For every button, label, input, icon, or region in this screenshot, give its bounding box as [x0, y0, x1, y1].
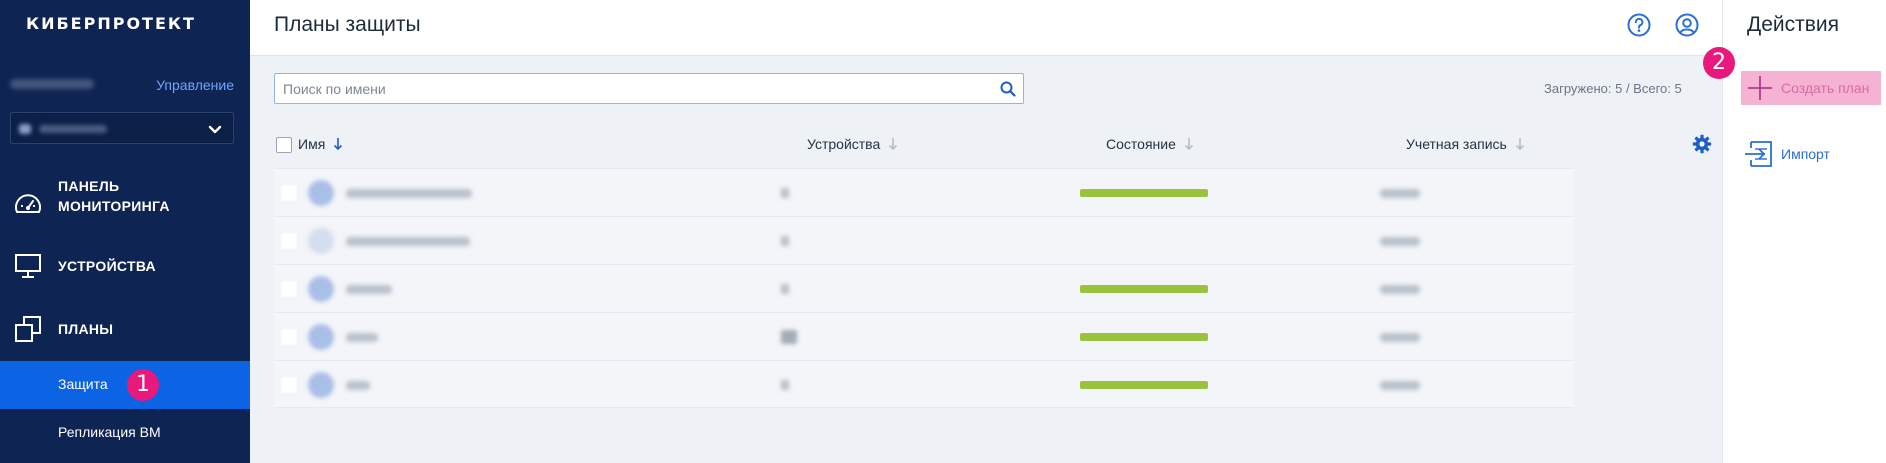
page-title: Планы защиты — [274, 13, 421, 36]
column-status[interactable]: Состояние — [1106, 136, 1194, 152]
plan-name-blurred — [346, 237, 470, 246]
loaded-count: Загружено: 5 / Всего: 5 — [1544, 81, 1682, 96]
manage-link[interactable]: Управление — [156, 77, 234, 93]
table-row[interactable] — [274, 168, 1574, 216]
table-header: Имя Устройства Состояние Учетная запись — [274, 122, 1722, 168]
table-row[interactable] — [274, 264, 1574, 312]
import-button[interactable]: Импорт — [1741, 137, 1881, 171]
tenant-icon — [19, 124, 31, 134]
plan-icon — [308, 180, 334, 206]
sort-arrow-icon — [889, 138, 898, 151]
column-name[interactable]: Имя — [298, 136, 343, 152]
nav-protection-label: Защита — [58, 376, 108, 392]
table-row[interactable] — [274, 360, 1574, 408]
nav-devices[interactable]: УСТРОЙСТВА — [0, 250, 250, 282]
column-account[interactable]: Учетная запись — [1406, 136, 1525, 152]
gear-icon[interactable] — [1692, 134, 1712, 154]
step-badge-2: 2 — [1703, 47, 1735, 79]
help-icon[interactable] — [1626, 12, 1652, 38]
column-status-label: Состояние — [1106, 136, 1176, 152]
account-icon[interactable] — [1674, 12, 1700, 38]
status-bar — [1080, 189, 1208, 197]
row-checkbox[interactable] — [280, 232, 298, 250]
status-bar — [1080, 333, 1208, 341]
table-row[interactable] — [274, 216, 1574, 264]
nav-vm-replication[interactable]: Репликация ВМ — [0, 409, 250, 457]
column-devices[interactable]: Устройства — [807, 136, 898, 152]
sort-arrow-icon — [1515, 138, 1524, 151]
tenant-selector[interactable] — [10, 112, 234, 144]
plan-name-blurred — [346, 381, 370, 390]
app-logo: КИБЕРПРОТЕКТ — [26, 14, 196, 33]
import-icon — [1745, 141, 1772, 167]
actions-panel: Действия 2 Создать план Импорт — [1703, 0, 1886, 463]
dashboard-gauge-icon — [15, 194, 41, 213]
nav-monitoring[interactable]: ПАНЕЛЬ МОНИТОРИНГА — [0, 176, 250, 236]
plan-icon — [308, 276, 334, 302]
search-box — [274, 73, 1024, 104]
plan-name-blurred — [346, 285, 392, 294]
account-blurred — [1380, 381, 1420, 390]
create-plan-button[interactable]: Создать план — [1741, 71, 1881, 105]
chevron-down-icon — [208, 125, 222, 134]
column-name-label: Имя — [298, 136, 326, 152]
row-checkbox[interactable] — [280, 280, 298, 298]
account-blurred — [1380, 189, 1420, 198]
nav-monitoring-label: ПАНЕЛЬ МОНИТОРИНГА — [58, 178, 170, 214]
row-checkbox[interactable] — [280, 184, 298, 202]
plan-icon — [308, 228, 334, 254]
sidebar: КИБЕРПРОТЕКТ Управление ПАНЕЛЬ МОНИТОРИН… — [0, 0, 250, 463]
row-checkbox[interactable] — [280, 328, 298, 346]
device-count-blurred — [781, 284, 789, 294]
status-bar — [1080, 285, 1208, 293]
column-account-label: Учетная запись — [1406, 136, 1507, 152]
nav-plans-label: ПЛАНЫ — [58, 321, 114, 337]
plan-icon — [308, 372, 334, 398]
device-count-blurred — [781, 330, 797, 344]
device-count-blurred — [781, 188, 789, 198]
row-checkbox[interactable] — [280, 376, 298, 394]
tenant-selector-text — [39, 125, 107, 133]
actions-title: Действия — [1747, 13, 1840, 36]
search-icon[interactable] — [999, 80, 1017, 98]
account-blurred — [1380, 285, 1420, 294]
plan-name-blurred — [346, 333, 378, 342]
column-devices-label: Устройства — [807, 136, 881, 152]
create-plan-label: Создать план — [1781, 80, 1870, 96]
plan-name-blurred — [346, 189, 472, 198]
nav-plans[interactable]: ПЛАНЫ — [0, 313, 250, 345]
account-blurred — [1380, 333, 1420, 342]
nav-vm-replication-label: Репликация ВМ — [58, 424, 161, 440]
table-row[interactable] — [274, 312, 1574, 360]
monitor-icon — [15, 254, 41, 278]
status-bar — [1080, 381, 1208, 389]
plus-icon — [1748, 76, 1772, 100]
tenant-name-blurred — [10, 79, 94, 89]
main-header: Планы защиты — [250, 0, 1722, 56]
device-count-blurred — [781, 380, 789, 390]
main-content: Планы защиты Загружено: 5 / Всего: 5 Имя… — [250, 0, 1722, 463]
nav-devices-label: УСТРОЙСТВА — [58, 258, 156, 274]
sort-arrow-icon — [1184, 138, 1193, 151]
nav-protection[interactable]: Защита 1 — [0, 361, 250, 409]
plans-stack-icon — [15, 316, 41, 342]
search-input[interactable] — [283, 79, 983, 99]
sort-arrow-down-icon — [334, 138, 343, 151]
tenant-row: Управление — [10, 77, 240, 95]
step-badge-1: 1 — [127, 369, 159, 401]
device-count-blurred — [781, 236, 789, 246]
select-all-checkbox[interactable] — [276, 137, 292, 153]
account-blurred — [1380, 237, 1420, 246]
plan-icon — [308, 324, 334, 350]
import-label: Импорт — [1781, 146, 1830, 162]
